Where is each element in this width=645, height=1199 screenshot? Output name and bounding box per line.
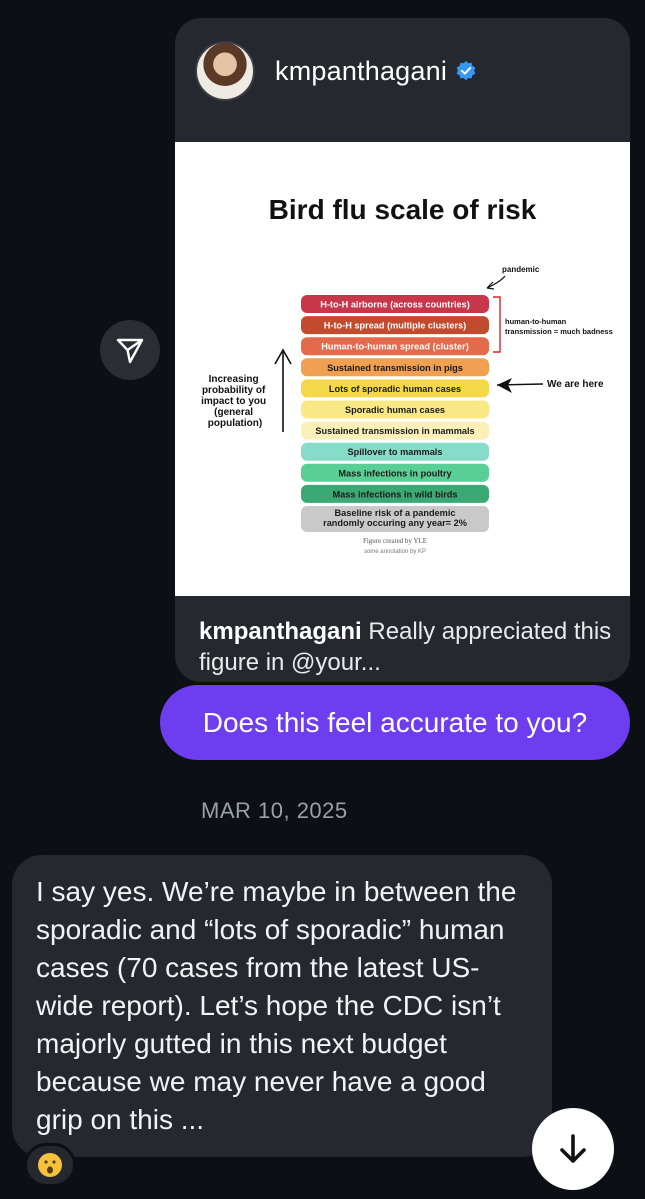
risk-levels: H-to-H airborne (across countries) H-to-H… xyxy=(301,295,489,532)
risk-level-label: Sustained transmission in mammals xyxy=(315,426,474,436)
risk-level-label: Sporadic human cases xyxy=(345,405,445,415)
message-reaction[interactable] xyxy=(24,1143,76,1187)
risk-level-label: H-to-H spread (multiple clusters) xyxy=(324,321,466,331)
h2h-note: human-to-human transmission = much badne… xyxy=(505,317,613,336)
risk-level-label: Mass infections in wild birds xyxy=(332,489,457,499)
caption-username: kmpanthagani xyxy=(199,618,362,645)
risk-level-label: Spillover to mammals xyxy=(348,447,443,457)
we-are-here-label: We are here xyxy=(547,379,604,390)
risk-level-label: Lots of sporadic human cases xyxy=(329,384,461,394)
post-caption[interactable]: kmpanthagani Really appreciated this fig… xyxy=(199,616,619,678)
arrow-down-icon xyxy=(560,1134,586,1163)
post-header[interactable]: kmpanthagani xyxy=(175,18,630,124)
risk-level-label: H-to-H airborne (across countries) xyxy=(320,300,470,310)
risk-level-label: Mass infections in poultry xyxy=(338,468,452,478)
surprised-emoji-icon xyxy=(38,1153,62,1177)
figure-credit: Figure created by YLE xyxy=(363,537,427,545)
shared-post-card[interactable]: kmpanthagani Bird flu scale of risk pand… xyxy=(175,18,630,682)
post-username[interactable]: kmpanthagani xyxy=(275,56,447,87)
post-figure[interactable]: Bird flu scale of risk pandemic human-to… xyxy=(175,142,630,596)
figure-credit-sub: some annotation by KP xyxy=(364,549,426,555)
risk-scale-diagram: pandemic human-to-human transmission = m… xyxy=(201,265,613,555)
we-are-here-arrowhead xyxy=(497,378,512,393)
sent-message-text: Does this feel accurate to you? xyxy=(202,706,588,738)
received-message-text: I say yes. We’re maybe in between the sp… xyxy=(36,876,517,1135)
axis-label: Increasing probability of impact to you … xyxy=(201,374,269,429)
received-message-bubble[interactable]: I say yes. We’re maybe in between the sp… xyxy=(12,855,552,1157)
pandemic-label: pandemic xyxy=(502,265,540,274)
sent-message-bubble[interactable]: Does this feel accurate to you? xyxy=(160,685,630,760)
send-icon xyxy=(116,338,144,364)
pandemic-arrow xyxy=(486,275,506,289)
share-post-button[interactable] xyxy=(100,320,160,380)
risk-level-label: Human-to-human spread (cluster) xyxy=(321,342,469,352)
risk-level-label: Baseline risk of a pandemic randomly occu… xyxy=(323,508,467,528)
scroll-to-bottom-button[interactable] xyxy=(532,1108,614,1190)
h2h-bracket xyxy=(493,296,501,353)
date-separator: MAR 10, 2025 xyxy=(201,798,348,823)
verified-badge-icon xyxy=(456,61,476,81)
avatar[interactable] xyxy=(195,41,255,101)
risk-level-label: Sustained transmission in pigs xyxy=(327,363,463,373)
